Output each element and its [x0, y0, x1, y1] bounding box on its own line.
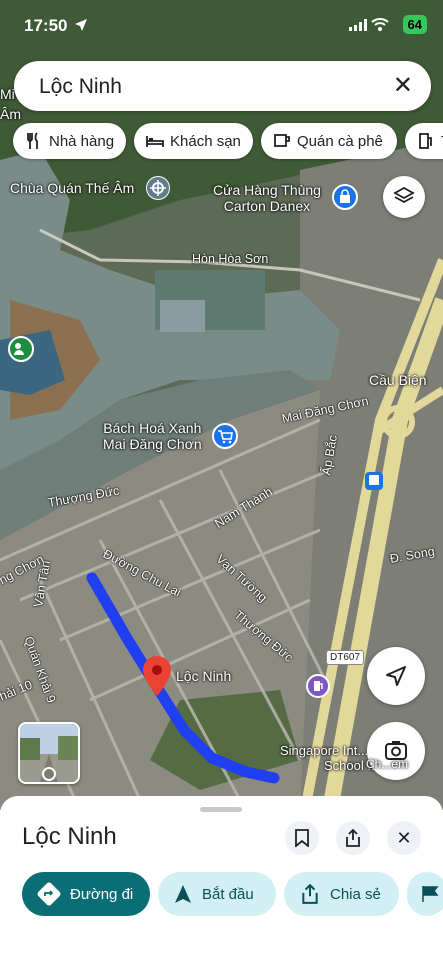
location-arrow-icon — [75, 19, 87, 31]
directions-label: Đường đi — [70, 885, 134, 903]
fork-knife-icon — [27, 132, 38, 149]
poi-carton-danex[interactable]: Cửa Hàng Thùng Carton Danex — [213, 182, 321, 214]
chip-restaurants[interactable]: Nhà hàng — [13, 123, 126, 159]
cellular-signal-icon — [349, 19, 367, 31]
status-bar: 17:50 64 — [0, 0, 443, 52]
gas-station-icon — [419, 133, 432, 149]
chip-cafes[interactable]: Quán cà phê — [261, 123, 397, 159]
layers-icon — [393, 186, 415, 204]
poi-label-line: Bách Hoá Xanh — [103, 420, 202, 436]
wifi-icon — [371, 18, 389, 31]
poi-chua-quan-the-am[interactable]: Chùa Quán Thế Âm — [10, 180, 134, 196]
layers-button[interactable] — [383, 176, 425, 218]
route-badge: DT607 — [326, 650, 365, 665]
share-icon — [302, 884, 318, 904]
place-title: Lộc Ninh — [22, 823, 117, 850]
chip-label: Nhà hàng — [49, 132, 115, 150]
lens-button[interactable] — [367, 722, 425, 780]
poi-label-line: Carton Danex — [223, 198, 311, 214]
map-label-mi: Mi — [0, 86, 15, 102]
save-button[interactable] — [285, 821, 319, 855]
chip-label: Quán cà phê — [297, 132, 383, 150]
coffee-cup-icon — [274, 134, 290, 147]
flag-button[interactable] — [407, 872, 443, 916]
share-top-button[interactable] — [336, 821, 370, 855]
search-query[interactable]: Lộc Ninh — [39, 75, 122, 99]
my-location-button[interactable] — [367, 647, 425, 705]
share-label: Chia sẻ — [330, 885, 381, 903]
map-label-am: Âm — [0, 106, 21, 122]
share-icon — [346, 829, 360, 847]
close-icon: ✕ — [396, 827, 412, 848]
battery-level: 64 — [402, 15, 427, 34]
start-label: Bắt đầu — [202, 885, 254, 903]
street-view-thumbnail[interactable] — [18, 722, 80, 784]
close-icon[interactable]: ✕ — [393, 74, 413, 98]
road-hon-hoa-son: Hòn Hòa Sơn — [192, 252, 269, 266]
street-view-image — [20, 724, 78, 782]
status-time: 17:50 — [24, 16, 68, 35]
close-sheet-button[interactable]: ✕ — [387, 821, 421, 855]
poi-bach-hoa-xanh[interactable]: Bách Hoá Xanh Mai Đăng Chơn — [103, 420, 202, 452]
chip-hotels[interactable]: Khách sạn — [134, 123, 253, 159]
search-bar[interactable]: Lộc Ninh ✕ — [14, 61, 431, 111]
navigation-icon — [175, 885, 191, 903]
pin-label-loc-ninh: Lộc Ninh — [176, 668, 232, 684]
bookmark-icon — [295, 829, 309, 847]
start-button[interactable]: Bắt đầu — [158, 872, 276, 916]
bed-icon — [146, 136, 164, 147]
poi-cau-bien[interactable]: Cầu Biện — [369, 372, 427, 388]
temple-icon[interactable] — [146, 176, 170, 200]
sheet-drag-handle[interactable] — [200, 807, 242, 812]
chip-label: Khách sạn — [170, 132, 241, 150]
navigation-arrow-icon — [386, 666, 406, 686]
directions-button[interactable]: Đường đi — [22, 872, 150, 916]
chip-gas[interactable]: T — [405, 123, 443, 159]
flag-icon — [422, 886, 439, 902]
poi-label-line: Mai Đăng Chơn — [103, 436, 202, 452]
poi-label-line: Cửa Hàng Thùng — [213, 182, 321, 198]
lens-label: Ch...em — [366, 757, 409, 771]
directions-icon — [37, 882, 61, 906]
share-button[interactable]: Chia sẻ — [284, 872, 399, 916]
